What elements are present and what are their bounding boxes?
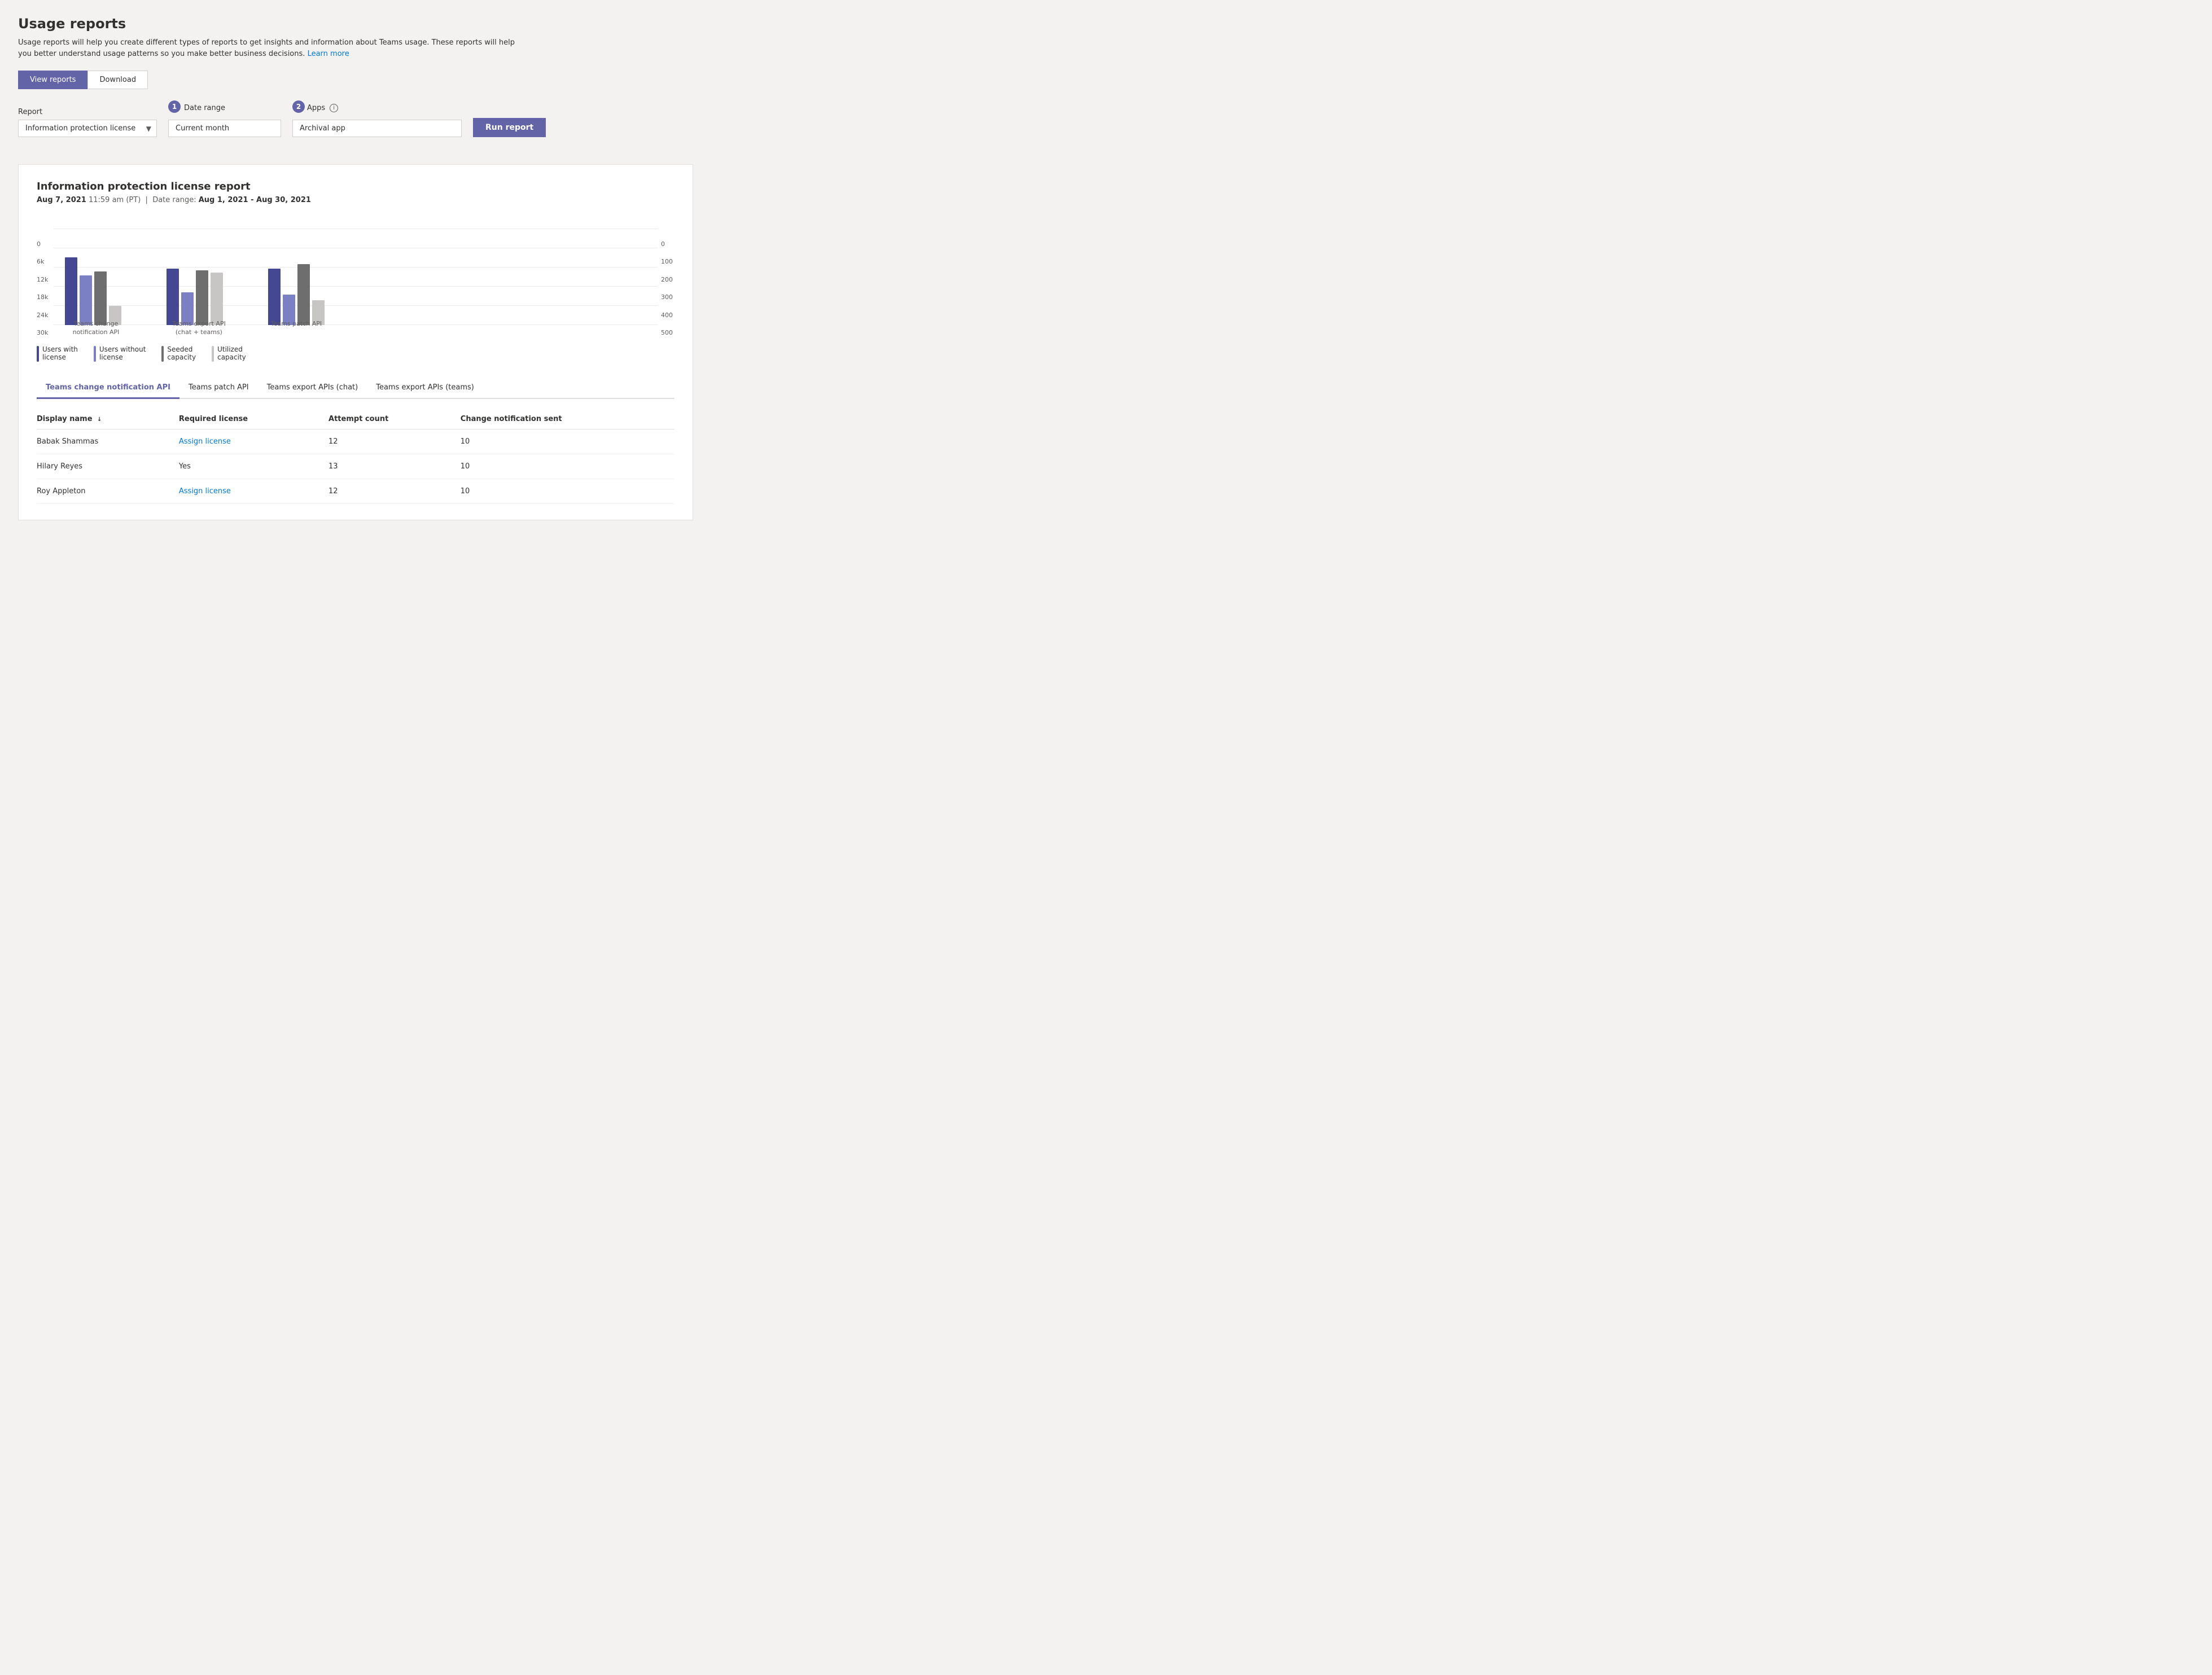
legend-swatch-3 bbox=[161, 346, 164, 362]
legend-swatch-1 bbox=[37, 346, 39, 362]
legend-swatch-2 bbox=[94, 346, 96, 362]
cell-change-notification-1: 10 bbox=[461, 429, 674, 454]
chart-label-1: Teams change notification API bbox=[65, 320, 127, 336]
chart-bars-3 bbox=[268, 264, 325, 325]
chart-label-3: Teams patch API bbox=[271, 320, 322, 328]
run-report-button[interactable]: Run report bbox=[473, 118, 546, 137]
chart-container: 30k 24k 18k 12k 6k 0 bbox=[37, 218, 674, 336]
bar-1-1 bbox=[65, 257, 77, 325]
table-row: Hilary Reyes Yes 13 10 bbox=[37, 454, 674, 479]
legend-swatch-4 bbox=[212, 346, 214, 362]
controls-panel: Report Information protection license ▼ … bbox=[18, 89, 693, 151]
cell-required-license-2: Yes bbox=[179, 454, 328, 479]
apps-input[interactable] bbox=[292, 120, 462, 137]
report-date: Aug 7, 2021 11:59 am (PT) | Date range: … bbox=[37, 196, 674, 204]
run-button-group: Run report bbox=[473, 118, 546, 137]
report-select-wrapper: Information protection license ▼ bbox=[18, 120, 157, 137]
chart-y-axis-right: 500 400 300 200 100 0 bbox=[658, 240, 674, 336]
report-control-group: Report Information protection license ▼ bbox=[18, 108, 157, 137]
cell-attempt-count-3: 12 bbox=[328, 479, 461, 504]
legend-item-4: Utilizedcapacity bbox=[212, 345, 246, 362]
sort-icon-display-name: ↓ bbox=[97, 416, 102, 423]
report-label: Report bbox=[18, 108, 157, 116]
cell-change-notification-3: 10 bbox=[461, 479, 674, 504]
data-tabs: Teams change notification API Teams patc… bbox=[37, 378, 674, 399]
cell-change-notification-2: 10 bbox=[461, 454, 674, 479]
report-select[interactable]: Information protection license bbox=[18, 120, 157, 137]
info-icon: i bbox=[330, 104, 338, 112]
date-range-control-group: 1 Date range bbox=[168, 100, 281, 137]
assign-license-link-3[interactable]: Assign license bbox=[179, 487, 231, 496]
report-card-title: Information protection license report bbox=[37, 181, 674, 192]
cell-display-name-1: Babak Shammas bbox=[37, 429, 179, 454]
col-header-required-license[interactable]: Required license bbox=[179, 410, 328, 429]
step1-badge: 1 bbox=[168, 100, 181, 113]
table-row: Babak Shammas Assign license 12 10 bbox=[37, 429, 674, 454]
data-tab-patch[interactable]: Teams patch API bbox=[179, 378, 258, 399]
main-tabs: View reports Download bbox=[18, 71, 693, 89]
chart-groups bbox=[54, 229, 658, 325]
cell-display-name-2: Hilary Reyes bbox=[37, 454, 179, 479]
chart-main: Teams change notification API Teams expo… bbox=[54, 229, 658, 336]
assign-license-link-1[interactable]: Assign license bbox=[179, 437, 231, 446]
legend-item-1: Users withlicense bbox=[37, 345, 78, 362]
data-tab-export-chat[interactable]: Teams export APIs (chat) bbox=[258, 378, 367, 399]
chart-legend: Users withlicense Users withoutlicense S… bbox=[37, 345, 674, 362]
chart-bars-1 bbox=[65, 257, 121, 325]
table-row: Roy Appleton Assign license 12 10 bbox=[37, 479, 674, 504]
apps-label: Apps bbox=[307, 104, 325, 112]
col-header-change-notification-sent[interactable]: Change notification sent bbox=[461, 410, 674, 429]
cell-attempt-count-2: 13 bbox=[328, 454, 461, 479]
legend-label-4: Utilizedcapacity bbox=[217, 345, 246, 361]
cell-attempt-count-1: 12 bbox=[328, 429, 461, 454]
tab-view-reports[interactable]: View reports bbox=[18, 71, 87, 89]
col-header-attempt-count[interactable]: Attempt count bbox=[328, 410, 461, 429]
date-range-input[interactable] bbox=[168, 120, 281, 137]
apps-control-group: 2 Apps i bbox=[292, 100, 462, 137]
legend-label-3: Seededcapacity bbox=[167, 345, 196, 361]
data-table: Display name ↓ Required license Attempt … bbox=[37, 410, 674, 504]
learn-more-link[interactable]: Learn more bbox=[308, 50, 349, 58]
legend-label-2: Users withoutlicense bbox=[99, 345, 146, 361]
step2-badge: 2 bbox=[292, 100, 305, 113]
col-header-display-name[interactable]: Display name ↓ bbox=[37, 410, 179, 429]
table-header-row: Display name ↓ Required license Attempt … bbox=[37, 410, 674, 429]
legend-label-1: Users withlicense bbox=[42, 345, 78, 361]
chart-y-axis-left: 30k 24k 18k 12k 6k 0 bbox=[37, 240, 54, 336]
controls-row: Report Information protection license ▼ … bbox=[18, 100, 693, 137]
legend-item-2: Users withoutlicense bbox=[94, 345, 146, 362]
page-subtitle: Usage reports will help you create diffe… bbox=[18, 37, 526, 59]
cell-required-license-1: Assign license bbox=[179, 429, 328, 454]
date-range-label: Date range bbox=[184, 104, 225, 112]
report-card: Information protection license report Au… bbox=[18, 164, 693, 520]
page-title: Usage reports bbox=[18, 16, 693, 32]
cell-display-name-3: Roy Appleton bbox=[37, 479, 179, 504]
chart-x-labels: Teams change notification API Teams expo… bbox=[54, 317, 658, 336]
chart-group-1 bbox=[65, 257, 121, 325]
chart-group-3 bbox=[268, 264, 325, 325]
bar-3-3 bbox=[297, 264, 310, 325]
tab-download[interactable]: Download bbox=[87, 71, 148, 89]
data-tab-export-teams[interactable]: Teams export APIs (teams) bbox=[367, 378, 483, 399]
legend-item-3: Seededcapacity bbox=[161, 345, 196, 362]
chart-label-2: Teams export API (chat + teams) bbox=[172, 320, 226, 336]
data-tab-change-notification[interactable]: Teams change notification API bbox=[37, 378, 179, 399]
cell-required-license-3: Assign license bbox=[179, 479, 328, 504]
